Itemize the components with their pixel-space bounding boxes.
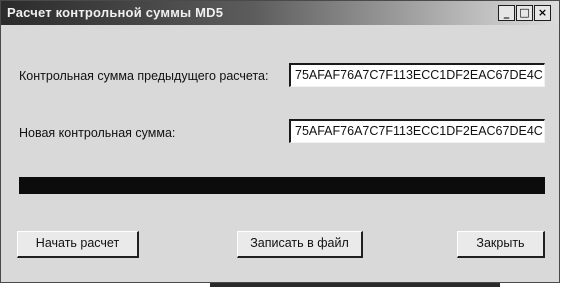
new-checksum-field[interactable]: 75AFAF76A7C7F113ECC1DF2EAC67DE4C	[289, 119, 545, 143]
taskbar-edge	[210, 283, 500, 287]
progress-bar-fill	[21, 179, 543, 192]
title-bar[interactable]: Расчет контрольной суммы MD5 _ □ ×	[1, 1, 559, 25]
progress-bar	[19, 177, 545, 194]
start-calculation-button[interactable]: Начать расчет	[17, 231, 139, 258]
previous-checksum-label: Контрольная сумма предыдущего расчета:	[19, 69, 269, 83]
close-button[interactable]: Закрыть	[457, 231, 545, 258]
maximize-icon[interactable]: □	[516, 5, 533, 21]
window-title: Расчет контрольной суммы MD5	[7, 5, 224, 20]
window-controls: _ □ ×	[498, 5, 551, 21]
previous-checksum-field[interactable]: 75AFAF76A7C7F113ECC1DF2EAC67DE4C	[289, 63, 545, 87]
close-icon[interactable]: ×	[534, 5, 551, 21]
save-to-file-button[interactable]: Записать в файл	[237, 231, 363, 258]
md5-checksum-window: Расчет контрольной суммы MD5 _ □ × Контр…	[0, 0, 560, 283]
new-checksum-label: Новая контрольная сумма:	[19, 126, 176, 140]
minimize-icon[interactable]: _	[498, 5, 515, 21]
